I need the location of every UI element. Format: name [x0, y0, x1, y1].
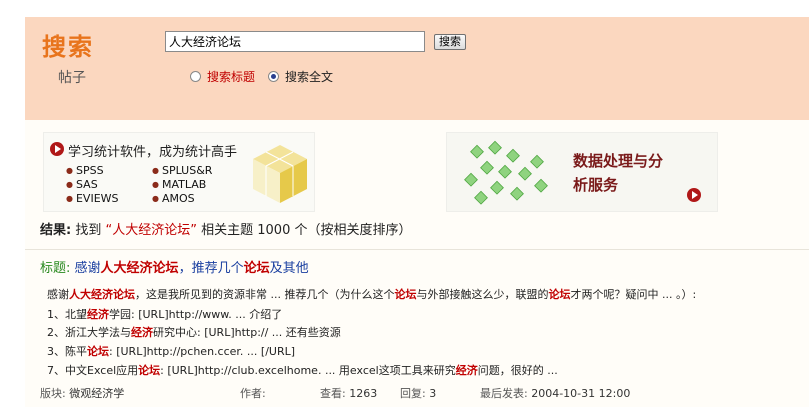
result-summary: 结果: 找到 “人大经济论坛” 相关主题 1000 个（按相关度排序）	[40, 219, 411, 238]
post-replies: 回复: 3	[400, 387, 437, 400]
board-link[interactable]: 微观经济学	[69, 387, 124, 400]
ad-banner-data-service[interactable]: 数据处理与分析服务	[446, 132, 718, 212]
cube-graphic-icon	[253, 145, 307, 203]
play-icon	[687, 188, 701, 202]
ad-title: 数据处理与分析服务	[573, 152, 664, 194]
result-query: “人大经济论坛”	[105, 223, 197, 238]
post-views: 查看: 1263	[320, 387, 378, 400]
result-found: 找到	[75, 223, 102, 238]
post-snippet-line: 2、浙江大学法与经济研究中心: [URL]http:// ... 还有些资源	[47, 326, 341, 339]
software-item: MATLAB	[152, 178, 206, 191]
divider	[25, 249, 809, 250]
radio-label-title: 搜索标题	[207, 70, 256, 84]
play-icon	[50, 142, 64, 156]
ad-banner-stats-software[interactable]: 学习统计软件，成为统计高手 SPSS SPLUS&R SAS MATLAB EV…	[43, 132, 315, 212]
search-button[interactable]: 搜索	[434, 34, 466, 50]
radio-search-title[interactable]: 搜索标题	[190, 68, 255, 85]
post-title-label: 标题:	[40, 261, 71, 276]
post-snippet-line: 感谢人大经济论坛，这是我所见到的资源非常 ... 推荐几个（为什么这个论坛与外部…	[47, 288, 697, 301]
radio-checked-icon[interactable]	[268, 71, 279, 82]
radio-label-fulltext: 搜索全文	[285, 70, 334, 84]
search-input[interactable]	[165, 31, 425, 52]
post-last-reply: 最后发表: 2004-10-31 12:00	[480, 387, 631, 400]
post-author: 作者:	[240, 387, 266, 400]
post-snippet-line: 7、中文Excel应用论坛: [URL]http://club.excelhom…	[47, 364, 558, 377]
software-item: AMOS	[152, 192, 195, 205]
software-item: SPLUS&R	[152, 164, 212, 177]
ad-title: 学习统计软件，成为统计高手	[68, 145, 238, 160]
result-count: 相关主题 1000 个（按相关度排序）	[201, 223, 412, 238]
post-board: 版块: 微观经济学	[40, 387, 125, 400]
post-snippet-line: 3、陈平论坛: [URL]http://pchen.ccer. ... [/UR…	[47, 345, 296, 358]
software-item: SPSS	[66, 164, 104, 177]
software-item: SAS	[66, 178, 98, 191]
page-brand: 搜索	[42, 33, 94, 61]
radio-search-fulltext[interactable]: 搜索全文	[268, 68, 333, 85]
software-item: EVIEWS	[66, 192, 119, 205]
green-cubes-icon	[464, 140, 548, 205]
radio-icon[interactable]	[190, 71, 201, 82]
post-title-link[interactable]: 感谢人大经济论坛，推荐几个论坛及其他	[75, 261, 309, 276]
post-snippet-line: 1、北望经济学园: [URL]http://www. ... 介绍了	[47, 308, 283, 321]
result-prefix: 结果:	[40, 223, 72, 238]
search-scope-label: 帖子	[58, 70, 86, 86]
post-title: 标题: 感谢人大经济论坛，推荐几个论坛及其他	[40, 257, 309, 276]
